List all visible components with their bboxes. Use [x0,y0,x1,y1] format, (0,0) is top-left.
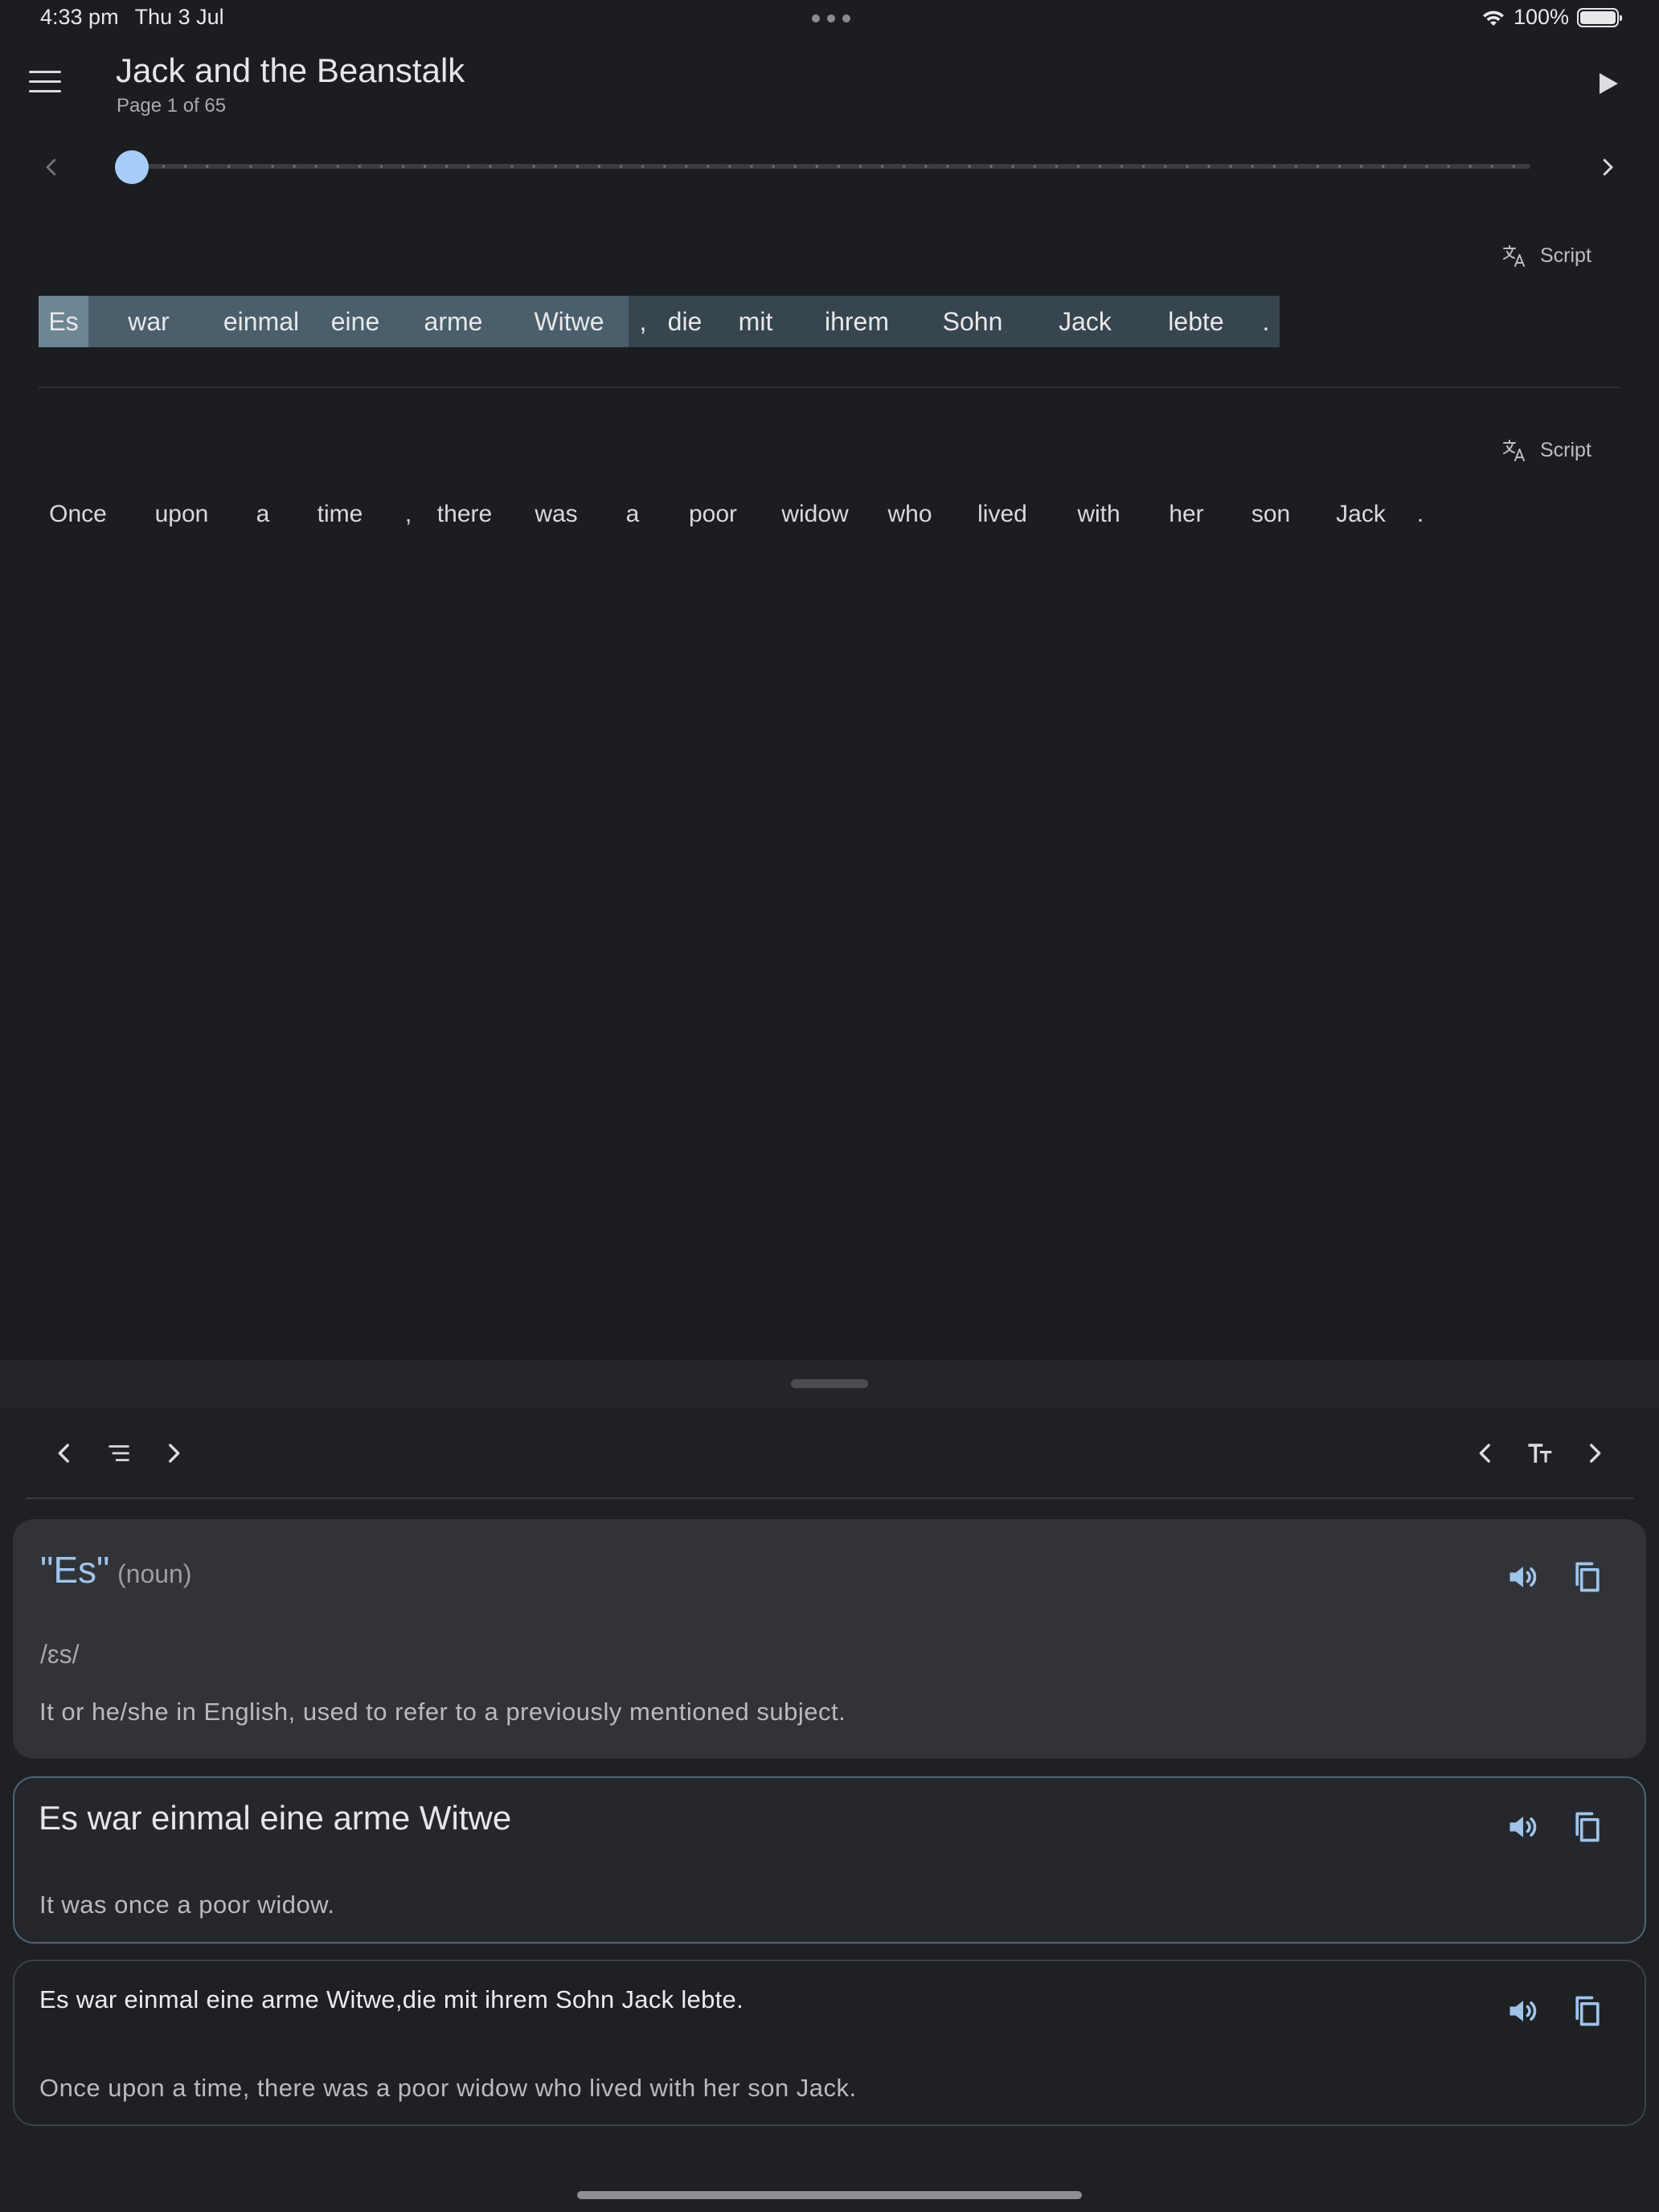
pronunciation: /ɛs/ [40,1640,80,1669]
chevron-left-icon [58,1444,69,1463]
original-script-button[interactable]: Script [1501,243,1591,268]
chevron-left-icon [46,158,56,176]
battery-icon [1577,7,1622,27]
translation-word[interactable]: who [870,489,950,540]
play-icon[interactable] [1596,71,1620,96]
translation-punctuation: . [1416,501,1424,527]
original-punctuation: , [629,296,657,347]
next-page-button[interactable] [1591,151,1624,183]
original-word[interactable]: lebte [1140,296,1252,347]
original-word[interactable]: war [88,296,209,347]
original-word[interactable]: die [657,296,712,347]
word-title: "Es" [40,1549,110,1591]
list-icon [109,1445,129,1461]
sheet-divider [26,1497,1633,1499]
translation-script-label: Script [1540,438,1591,461]
chevron-right-icon [1603,158,1613,176]
word-list-button[interactable] [96,1431,141,1476]
part-of-speech: (noun) [117,1559,192,1588]
translation-word[interactable]: was [513,489,600,540]
sentence-speak-button[interactable] [1499,1987,1547,2035]
sentence-copy-button[interactable] [1563,1987,1612,2035]
original-word[interactable]: eine [313,296,397,347]
battery-percent: 100% [1513,5,1569,29]
translation-word[interactable]: lived [950,489,1055,540]
speaker-icon [1509,2001,1537,2022]
home-indicator[interactable] [577,2191,1082,2199]
translation-word[interactable]: upon [117,489,246,540]
translation-word[interactable]: time [280,489,400,540]
chevron-right-icon [1590,1444,1601,1463]
phrase-speak-button[interactable] [1499,1803,1547,1851]
translation-word[interactable]: poor [666,489,760,540]
translation-word[interactable]: son [1230,489,1312,540]
translation-punctuation: , [404,501,412,527]
page-slider-thumb[interactable] [115,150,149,184]
status-bar-right: 100% [1481,5,1622,30]
previous-page-button[interactable] [35,151,68,183]
original-word[interactable]: Jack [1030,296,1140,347]
original-word[interactable]: arme [397,296,510,347]
translate-icon [1503,245,1525,267]
word-definition: It or he/she in English, used to refer t… [39,1698,846,1726]
original-word[interactable]: ihrem [799,296,915,347]
speaker-icon [1509,1817,1537,1837]
chevron-left-icon [1479,1444,1490,1463]
text-size-button[interactable] [1518,1431,1563,1476]
status-time: 4:33 pm [40,5,119,29]
translation-word[interactable]: Once [39,489,117,540]
word-copy-button[interactable] [1563,1553,1612,1601]
next-word-button[interactable] [151,1431,196,1476]
status-date: Thu 3 Jul [134,5,224,29]
translation-word[interactable]: Jack [1312,489,1410,540]
sentence-translation: Once upon a time, there was a poor widow… [39,2074,857,2102]
sentence-text: Es war einmal eine arme Witwe,die mit ih… [39,1985,743,2013]
page-slider-ticks [153,165,1527,168]
original-word[interactable]: einmal [209,296,313,347]
menu-icon[interactable] [29,71,61,95]
sheet-drag-handle[interactable] [791,1379,868,1388]
status-bar-left: 4:33 pm Thu 3 Jul [40,5,224,30]
copy-icon [1575,1996,1600,2026]
book-title: Jack and the Beanstalk [116,51,465,89]
word-speak-button[interactable] [1499,1553,1547,1601]
translation-word[interactable]: widow [760,489,870,540]
multitasking-dots-icon[interactable] [812,14,850,23]
phrase-copy-button[interactable] [1563,1803,1612,1851]
phrase-text: Es war einmal eine arme Witwe [39,1799,512,1837]
original-word[interactable]: Witwe [510,296,629,347]
phrase-translation: It was once a poor widow. [39,1890,335,1919]
text-size-icon [1528,1444,1552,1463]
previous-word-button[interactable] [42,1431,87,1476]
translation-word[interactable]: a [246,489,280,540]
translate-icon [1503,440,1525,461]
wifi-icon [1482,10,1504,26]
original-sentence: Es war einmal eine arme Witwe, die mit ihrem Sohn… [39,296,1280,347]
original-word[interactable]: mit [712,296,799,347]
translated-sentence: Once upon a time, there was a poor widow who lived… [39,489,1431,540]
translation-word[interactable]: her [1143,489,1230,540]
original-script-label: Script [1540,244,1591,267]
translation-word[interactable]: a [600,489,666,540]
original-punctuation: . [1252,296,1280,347]
original-word[interactable]: Es [39,296,88,347]
speaker-icon [1509,1567,1537,1587]
original-word[interactable]: Sohn [915,296,1030,347]
chevron-right-icon [169,1444,180,1463]
copy-icon [1575,1812,1600,1842]
translation-word[interactable]: with [1055,489,1143,540]
page-indicator: Page 1 of 65 [117,95,227,117]
section-divider [39,387,1620,388]
increase-font-button[interactable] [1572,1431,1617,1476]
translation-script-button[interactable]: Script [1501,437,1591,463]
translation-word[interactable]: there [416,489,513,540]
copy-icon [1575,1562,1600,1592]
decrease-font-button[interactable] [1463,1431,1508,1476]
